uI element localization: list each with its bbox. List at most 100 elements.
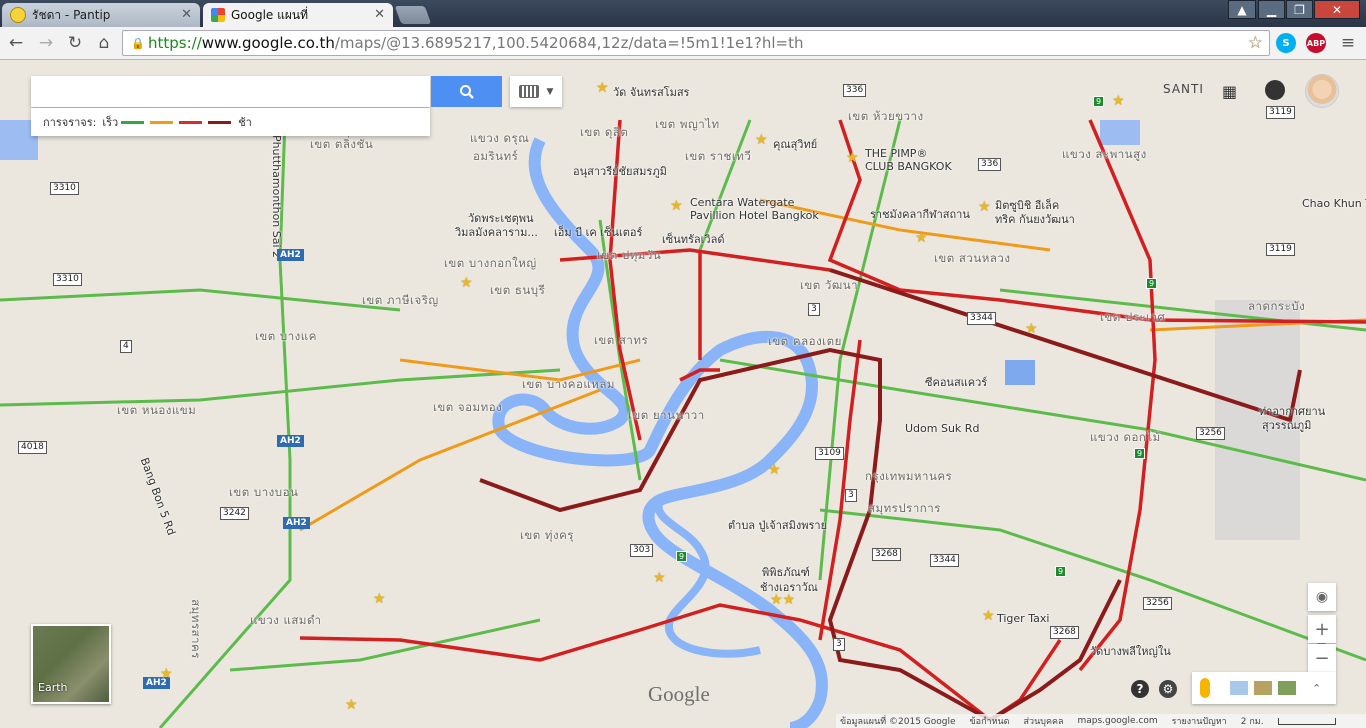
route-shield: 3 (833, 638, 845, 651)
poi-label[interactable]: ราชมังคลากีฬาสถาน (870, 205, 970, 223)
star-icon[interactable]: ★ (768, 462, 781, 478)
star-icon[interactable]: ★ (653, 570, 666, 586)
reload-icon[interactable]: ↻ (63, 32, 87, 54)
star-icon[interactable]: ★ (755, 132, 768, 148)
tab-pantip[interactable]: รัชดา - Pantip ✕ (2, 3, 200, 27)
menu-icon[interactable]: ≡ (1336, 32, 1360, 54)
map-canvas[interactable]: แขวง ดรุณ อมรินทร์ เขต ดุสิต เขต พญาไท เ… (0, 60, 1366, 728)
poi-label[interactable]: วัดบางพลีใหญ่ใน (1090, 642, 1171, 660)
avatar[interactable] (1305, 74, 1339, 108)
poi-label[interactable]: คุณสุวิทย์ (773, 135, 817, 153)
route-shield: 3256 (1143, 597, 1172, 610)
layer-thumbnail[interactable] (1254, 681, 1272, 695)
help-icon[interactable]: ? (1131, 680, 1149, 698)
poi-label[interactable]: THE PIMP® (865, 147, 927, 160)
district-label: เขต สาทร (594, 333, 649, 347)
route-shield: 4018 (18, 441, 47, 454)
poi-label[interactable]: วัด จันทรสโมสร (613, 83, 689, 101)
star-icon[interactable]: ★ (1112, 93, 1125, 109)
close-window-button[interactable]: ✕ (1314, 0, 1360, 19)
search-button[interactable] (431, 76, 502, 107)
search-box (31, 76, 430, 107)
restore-button[interactable]: ❐ (1286, 0, 1313, 19)
scale-label: 2 กม. (1240, 717, 1264, 727)
new-tab-button[interactable] (394, 6, 432, 24)
user-icon[interactable]: ▲ (1228, 0, 1256, 19)
map-layers-panel[interactable]: ⌃ (1192, 672, 1336, 704)
district-label: แขวง แสมดำ (250, 613, 322, 627)
close-icon[interactable]: ✕ (181, 7, 192, 22)
poi-label[interactable]: อนุสาวรีย์ชัยสมรภูมิ (573, 162, 667, 180)
star-icon[interactable]: ★ (160, 666, 173, 682)
poi-label[interactable]: CLUB BANGKOK (865, 160, 952, 173)
earth-toggle-button[interactable]: Earth (31, 624, 111, 704)
star-icon[interactable]: ★ (846, 150, 859, 166)
address-bar[interactable]: 🔒 https:// www.google.co.th /maps/@13.68… (122, 30, 1270, 56)
poi-label[interactable]: สุวรรณภูมิ (1262, 416, 1311, 434)
back-icon[interactable]: ← (4, 32, 28, 54)
copyright-text: ข้อมูลแผนที่ ©2015 Google (840, 717, 956, 727)
district-label: เขต สวนหลวง (934, 251, 1011, 265)
my-location-button[interactable]: ◉ (1308, 583, 1336, 611)
notifications-bell-icon[interactable] (1265, 80, 1285, 100)
pegman-icon[interactable] (1200, 678, 1210, 698)
settings-gear-icon[interactable]: ⚙ (1159, 680, 1177, 698)
province-label: สมุทรปราการ (868, 501, 941, 515)
star-icon[interactable]: ★ (978, 199, 991, 215)
poi-label[interactable]: Tiger Taxi (997, 612, 1049, 625)
star-icon[interactable]: ★ (915, 230, 928, 246)
poi-label[interactable]: เอ็ม บี เค เซ็นเตอร์ (554, 223, 642, 241)
apps-grid-icon[interactable]: ▦ (1222, 82, 1237, 101)
district-label: แขวง ดรุณ (470, 131, 530, 145)
route-shield: 303 (630, 544, 654, 557)
poi-label: Udom Suk Rd (905, 422, 980, 435)
bookmark-star-icon[interactable]: ☆ (1248, 33, 1263, 53)
route-shield: 3119 (1266, 243, 1295, 256)
district-label: เขต ภาษีเจริญ (362, 293, 439, 307)
terms-link[interactable]: ข้อกำหนด (970, 714, 1010, 728)
skype-extension-icon[interactable]: S (1276, 33, 1296, 53)
layer-thumbnail[interactable] (1278, 681, 1296, 695)
report-problem-link[interactable]: รายงานปัญหา (1172, 714, 1227, 728)
google-logo: Google (648, 682, 710, 706)
poi-label[interactable]: ซีคอนสแควร์ (925, 373, 987, 391)
star-icon[interactable]: ★ (373, 591, 386, 607)
star-icon[interactable]: ★ (596, 80, 609, 96)
adblock-plus-icon[interactable]: ABP (1306, 33, 1326, 53)
district-label: แขวง สะพานสูง (1062, 147, 1147, 161)
home-icon[interactable]: ⌂ (92, 32, 116, 54)
poi-label[interactable]: เซ็นทรัลเวิลด์ (662, 230, 724, 248)
tab-google-maps-title: Google แผนที่ (231, 7, 309, 22)
input-tools-button[interactable]: ▼ (510, 76, 562, 107)
location-target-icon: ◉ (1315, 589, 1329, 605)
traffic-fast-label: เร็ว (102, 116, 119, 129)
star-icon[interactable]: ★ (670, 198, 683, 214)
star-icon[interactable]: ★ (345, 697, 358, 713)
zoom-out-button[interactable]: − (1308, 644, 1336, 672)
route-9-shield: 9 (1055, 566, 1067, 577)
star-icon[interactable]: ★★ (770, 592, 795, 608)
forward-icon[interactable]: → (34, 32, 58, 54)
url-host: www.google.co.th (201, 34, 335, 52)
traffic-bar-orange (150, 120, 174, 124)
user-name[interactable]: SANTI (1163, 82, 1204, 96)
search-input[interactable] (31, 76, 421, 105)
district-label: เขต ห้วยขวาง (848, 109, 924, 123)
layer-thumbnail[interactable] (1230, 681, 1248, 695)
tab-google-maps[interactable]: Google แผนที่ ✕ (203, 3, 393, 27)
privacy-link[interactable]: ส่วนบุคคล (1024, 714, 1064, 728)
close-icon[interactable]: ✕ (374, 7, 385, 22)
site-link[interactable]: maps.google.com (1078, 716, 1158, 726)
minimize-button[interactable]: ▁ (1258, 0, 1285, 19)
poi-label[interactable]: ทริค กันยงวัฒนา (995, 210, 1075, 228)
star-icon[interactable]: ★ (1025, 321, 1038, 337)
zoom-in-button[interactable]: + (1308, 615, 1336, 643)
star-icon[interactable]: ★ (982, 608, 995, 624)
poi-label[interactable]: Centara Watergate (690, 196, 794, 209)
poi-label[interactable]: Pavillion Hotel Bangkok (690, 209, 819, 222)
chevron-up-icon[interactable]: ⌃ (1312, 682, 1321, 695)
route-shield: 3 (845, 489, 857, 502)
road-label: Phutthamonthon Sai 2 (270, 134, 284, 259)
poi-label[interactable]: วิมลมังคลาราม... (455, 223, 538, 241)
star-icon[interactable]: ★ (460, 275, 473, 291)
